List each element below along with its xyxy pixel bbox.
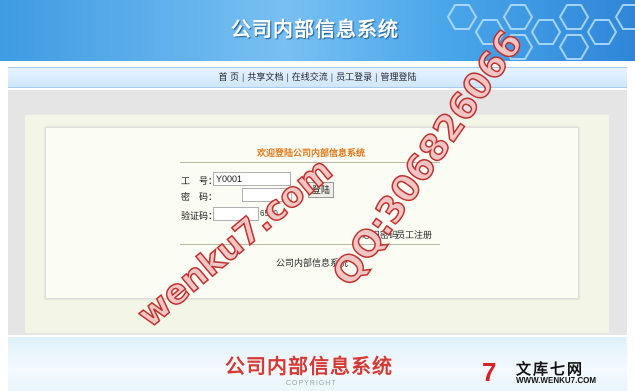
- footer-title: 公司内部信息系统: [225, 354, 393, 378]
- main-nav: 首 页 | 共享文档 | 在线交流 | 员工登录 | 管理登陆: [8, 67, 627, 88]
- employee-id-input[interactable]: [213, 172, 291, 186]
- register-link[interactable]: 员工注册: [396, 228, 432, 241]
- nav-online-chat[interactable]: 在线交流: [292, 72, 328, 82]
- nav-admin-login[interactable]: 管理登陆: [380, 72, 416, 82]
- hexagon-pattern: [446, 4, 635, 60]
- divider: [180, 244, 440, 245]
- captcha-code[interactable]: 6550: [260, 209, 278, 218]
- divider: [180, 162, 440, 163]
- login-button[interactable]: 登陆: [308, 182, 334, 198]
- login-footer: 公司内部信息系统: [276, 258, 349, 268]
- nav-separator: |: [330, 72, 334, 82]
- password-label: 密 码：: [181, 192, 218, 202]
- nav-shared-docs[interactable]: 共享文档: [247, 72, 283, 82]
- forgot-password-link[interactable]: 忘记密码: [362, 228, 398, 241]
- header-banner: 公司内部信息系统: [0, 0, 635, 61]
- logo-url: WWW.WENKU7.COM: [516, 376, 596, 385]
- wenku7-logo: 7 文库七网 WWW.WENKU7.COM: [482, 358, 632, 388]
- nav-employee-login[interactable]: 员工登录: [336, 72, 372, 82]
- nav-separator: |: [242, 72, 245, 82]
- logo-mark: 7: [482, 357, 497, 387]
- captcha-label: 验证码：: [181, 211, 218, 221]
- site-title: 公司内部信息系统: [231, 17, 399, 41]
- employee-id-label: 工 号：: [181, 176, 218, 186]
- login-title: 欢迎登陆公司内部信息系统: [257, 148, 366, 158]
- nav-separator: |: [286, 72, 289, 82]
- captcha-input[interactable]: [213, 207, 259, 221]
- copyright-text: COPYRIGHT: [286, 380, 337, 387]
- password-input[interactable]: [242, 188, 292, 202]
- nav-home[interactable]: 首 页: [219, 72, 240, 82]
- nav-separator: |: [375, 72, 378, 82]
